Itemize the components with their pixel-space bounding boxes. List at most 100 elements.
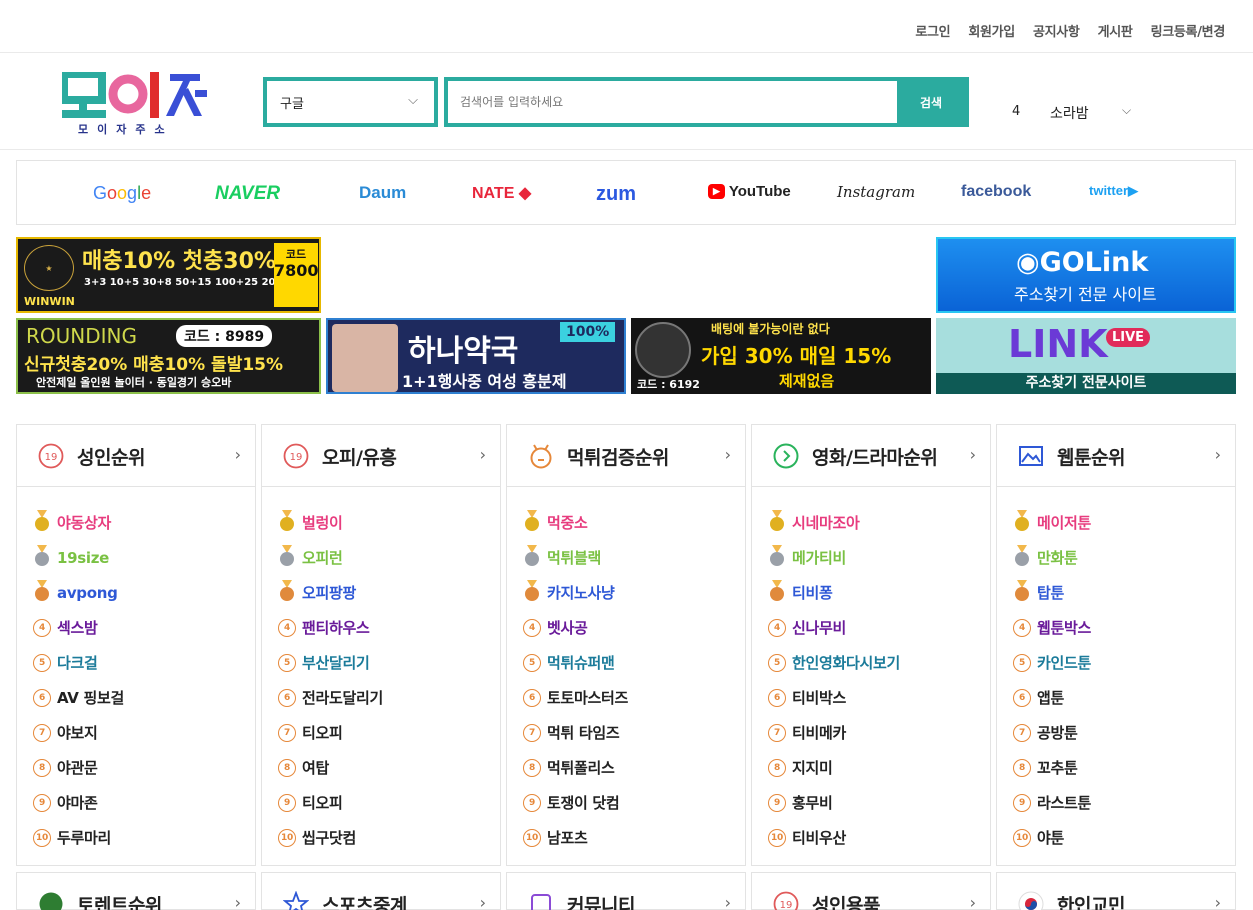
portal-youtube[interactable]: ▶ YouTube (708, 183, 791, 200)
rank-number-icon: 6 (523, 688, 541, 707)
banner-707bet[interactable]: 배팅에 불가능이란 없다 가입 30% 매일 15% 코드 : 6192 제재없… (631, 318, 931, 394)
ranking-item[interactable]: 5 다크걸 (17, 645, 255, 680)
ranking-item[interactable]: 탑툰 (997, 575, 1235, 610)
chevron-right-icon[interactable]: › (725, 445, 731, 464)
ranking-item[interactable]: 6 앱툰 (997, 680, 1235, 715)
ranking-item[interactable]: 7 공방툰 (997, 715, 1235, 750)
ranking-item[interactable]: 야동상자 (17, 505, 255, 540)
link-register-link[interactable]: 링크등록/변경 (1151, 21, 1226, 40)
chevron-right-icon[interactable]: › (235, 893, 241, 910)
portal-google[interactable]: Google (93, 183, 151, 204)
ranking-item[interactable]: 8 먹튀폴리스 (507, 750, 745, 785)
ranking-item[interactable]: 6 전라도달리기 (262, 680, 500, 715)
ranking-item[interactable]: 10 야툰 (997, 820, 1235, 855)
ranking-item[interactable]: avpong (17, 575, 255, 610)
ranking-item[interactable]: 메가티비 (752, 540, 990, 575)
ranking-item[interactable]: 9 야마존 (17, 785, 255, 820)
ranking-item[interactable]: 5 카인드툰 (997, 645, 1235, 680)
ranking-item[interactable]: 4 팬티하우스 (262, 610, 500, 645)
ranking-item-label: 티비박스 (792, 689, 847, 707)
rank-number-icon: 10 (33, 828, 51, 847)
ranking-item[interactable]: 5 부산달리기 (262, 645, 500, 680)
chevron-right-icon[interactable]: › (725, 893, 731, 910)
ranking-item[interactable]: 7 야보지 (17, 715, 255, 750)
ranking-item[interactable]: 9 홍무비 (752, 785, 990, 820)
ranking-item[interactable]: 10 남포츠 (507, 820, 745, 855)
portal-zum[interactable]: zum (596, 183, 636, 206)
ranking-item[interactable]: 오피팡팡 (262, 575, 500, 610)
ranking-item[interactable]: 10 씹구닷컴 (262, 820, 500, 855)
ranking-item[interactable]: 8 여탑 (262, 750, 500, 785)
region-select[interactable]: 소라밤 ⌵ (1050, 103, 1131, 123)
portal-facebook[interactable]: facebook (961, 183, 1031, 201)
chevron-right-icon[interactable]: › (480, 893, 486, 910)
ranking-item[interactable]: 10 두루마리 (17, 820, 255, 855)
ranking-item[interactable]: 메이저툰 (997, 505, 1235, 540)
ranking-item[interactable]: 6 AV 핑보걸 (17, 680, 255, 715)
golink-logo-icon: ◉ (1016, 247, 1040, 278)
search-input[interactable] (448, 81, 897, 123)
ranking-item[interactable]: 9 라스트툰 (997, 785, 1235, 820)
rank-number-icon: 8 (523, 758, 541, 777)
ranking-item[interactable]: 6 토토마스터즈 (507, 680, 745, 715)
banner-link[interactable]: LINK LIVE 주소찾기 전문사이트 (936, 318, 1236, 394)
banner-winwin[interactable]: ★ 매충10% 첫충30% 3+3 10+5 30+8 50+15 100+25… (16, 237, 321, 313)
ranking-item[interactable]: 4 섹스밤 (17, 610, 255, 645)
portal-nate[interactable]: NATE ◆ (472, 183, 531, 203)
ranking-item[interactable]: 카지노사냥 (507, 575, 745, 610)
rank-number-icon: 7 (278, 723, 296, 742)
chevron-right-icon[interactable]: › (1215, 893, 1221, 910)
ranking-item[interactable]: 19size (17, 540, 255, 575)
login-link[interactable]: 로그인 (915, 21, 950, 40)
header: 모이자주소 구글 ⌵ 검색 4 소라밤 ⌵ (0, 53, 1253, 150)
ranking-item[interactable]: 오피런 (262, 540, 500, 575)
chevron-right-icon[interactable]: › (970, 893, 976, 910)
chevron-right-icon[interactable]: › (1215, 445, 1221, 464)
ranking-item[interactable]: 티비퐁 (752, 575, 990, 610)
face-icon (528, 443, 554, 469)
ranking-item[interactable]: 7 티비메카 (752, 715, 990, 750)
chevron-right-icon[interactable]: › (480, 445, 486, 464)
ranking-item[interactable]: 벌렁이 (262, 505, 500, 540)
ranking-item[interactable]: 4 웹툰박스 (997, 610, 1235, 645)
ranking-item-label: 티오피 (302, 794, 343, 812)
ranking-item[interactable]: 8 지지미 (752, 750, 990, 785)
link-title: LINK (1008, 322, 1108, 366)
ranking-item[interactable]: 시네마조아 (752, 505, 990, 540)
notice-link[interactable]: 공지사항 (1033, 21, 1080, 40)
chevron-right-icon[interactable]: › (235, 445, 241, 464)
ranking-item[interactable]: 만화툰 (997, 540, 1235, 575)
bronze-medal-icon (768, 579, 792, 606)
board-link[interactable]: 게시판 (1098, 21, 1133, 40)
ranking-card-title: 오피/유흥 (322, 447, 397, 469)
portal-instagram[interactable]: Instagram (837, 183, 915, 201)
ranking-item[interactable]: 10 티비우산 (752, 820, 990, 855)
ranking-item[interactable]: 5 한인영화다시보기 (752, 645, 990, 680)
ranking-item[interactable]: 4 신나무비 (752, 610, 990, 645)
707-top-line: 배팅에 불가능이란 없다 (711, 322, 830, 336)
search-engine-select[interactable]: 구글 ⌵ (263, 77, 438, 127)
banner-hana[interactable]: 하나약국 100% 1+1행사중 여성 흥분제 (326, 318, 626, 394)
ranking-item[interactable]: 9 토쟁이 닷컴 (507, 785, 745, 820)
ranking-item-label: AV 핑보걸 (57, 689, 125, 707)
chevron-right-icon[interactable]: › (970, 445, 976, 464)
ranking-item[interactable]: 8 꼬추툰 (997, 750, 1235, 785)
search-button[interactable]: 검색 (897, 81, 965, 123)
portal-daum[interactable]: Daum (359, 183, 406, 203)
ranking-item[interactable]: 먹중소 (507, 505, 745, 540)
portal-naver[interactable]: NAVER (215, 183, 280, 205)
ranking-item[interactable]: 7 먹튀 타임즈 (507, 715, 745, 750)
banner-golink[interactable]: ◉GOLink 주소찾기 전문 사이트 (936, 237, 1236, 313)
ranking-item[interactable]: 7 티오피 (262, 715, 500, 750)
ranking-item[interactable]: 8 야관문 (17, 750, 255, 785)
ranking-item[interactable]: 5 먹튀슈퍼맨 (507, 645, 745, 680)
banner-rounding[interactable]: ROUNDING 코드 : 8989 신규첫충20% 매충10% 돌발15% 안… (16, 318, 321, 394)
ranking-item-label: 먹튀폴리스 (547, 759, 615, 777)
ranking-item[interactable]: 9 티오피 (262, 785, 500, 820)
ranking-card: 한인교민 › (996, 872, 1236, 910)
ranking-item[interactable]: 먹튀블랙 (507, 540, 745, 575)
portal-twitter[interactable]: twitter▶ (1089, 183, 1138, 199)
signup-link[interactable]: 회원가입 (968, 21, 1015, 40)
ranking-item[interactable]: 4 벳사공 (507, 610, 745, 645)
ranking-item[interactable]: 6 티비박스 (752, 680, 990, 715)
